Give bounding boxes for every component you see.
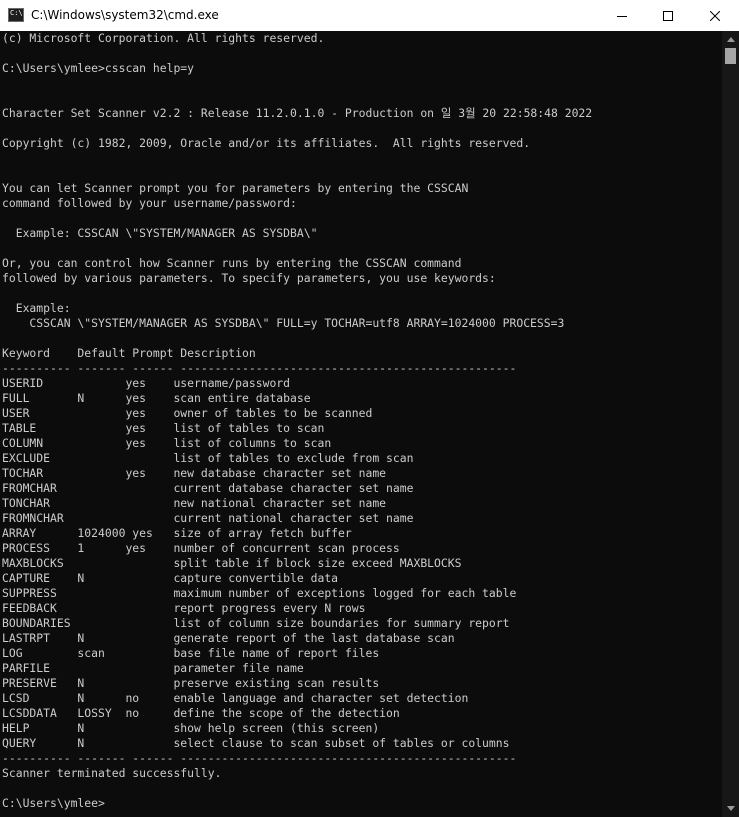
console-line: Example: [2,301,71,315]
console-icon[interactable]: C:\ [8,8,24,22]
console-line: Keyword Default Prompt Description [2,346,256,360]
scroll-down-arrow-icon [726,806,735,811]
console-line: BOUNDARIES list of column size boundarie… [2,616,510,630]
console-line: FEEDBACK report progress every N rows [2,601,366,615]
console-line: followed by various parameters. To speci… [2,271,496,285]
console-line: LOG scan base file name of report files [2,646,380,660]
console-line: EXCLUDE list of tables to exclude from s… [2,451,414,465]
console-line: Character Set Scanner v2.2 : Release 11.… [2,106,593,120]
console-line: COLUMN yes list of columns to scan [2,436,332,450]
console-line: FROMNCHAR current national character set… [2,511,414,525]
console-line: MAXBLOCKS split table if block size exce… [2,556,462,570]
console-line: ---------- ------- ------ --------------… [2,361,517,375]
scroll-thumb[interactable] [725,48,736,64]
console-line: LASTRPT N generate report of the last da… [2,631,455,645]
scroll-down-button[interactable] [722,800,739,817]
minimize-icon [617,15,627,17]
maximize-icon [663,10,673,21]
console-line: TOCHAR yes new database character set na… [2,466,387,480]
maximize-button[interactable] [645,0,691,31]
console-line: PROCESS 1 yes number of concurrent scan … [2,541,400,555]
console-line: C:\Users\ymlee> [2,796,105,810]
console-line: ---------- ------- ------ --------------… [2,751,517,765]
console-line: CAPTURE N capture convertible data [2,571,339,585]
scroll-up-arrow-icon [726,37,735,42]
console-line: QUERY N select clause to scan subset of … [2,736,510,750]
console-line: USER yes owner of tables to be scanned [2,406,373,420]
console-output[interactable]: (c) Microsoft Corporation. All rights re… [0,31,722,817]
console-prompt-glyph: C:\ [10,9,23,17]
console-line: LCSD N no enable language and character … [2,691,469,705]
console-line: PARFILE parameter file name [2,661,304,675]
console-line: Example: CSSCAN \"SYSTEM/MANAGER AS SYSD… [2,226,318,240]
console-line: Or, you can control how Scanner runs by … [2,256,462,270]
close-button[interactable] [692,0,738,31]
console-line: ARRAY 1024000 yes size of array fetch bu… [2,526,352,540]
console-line: FROMCHAR current database character set … [2,481,414,495]
console-line: USERID yes username/password [2,376,291,390]
console-line: Scanner terminated successfully. [2,766,222,780]
console-line: SUPPRESS maximum number of exceptions lo… [2,586,517,600]
minimize-button[interactable] [599,0,645,31]
console-line: C:\Users\ymlee>csscan help=y [2,61,195,75]
window-title: C:\Windows\system32\cmd.exe [31,8,219,22]
console-line: TABLE yes list of tables to scan [2,421,325,435]
console-line: You can let Scanner prompt you for param… [2,181,469,195]
console-line: HELP N show help screen (this screen) [2,721,380,735]
console-line: PRESERVE N preserve existing scan result… [2,676,380,690]
scroll-up-button[interactable] [722,31,739,48]
console-line: FULL N yes scan entire database [2,391,311,405]
console-line: TONCHAR new national character set name [2,496,387,510]
console-line: (c) Microsoft Corporation. All rights re… [2,31,325,45]
console-line: LCSDDATA LOSSY no define the scope of th… [2,706,400,720]
console-line: Copyright (c) 1982, 2009, Oracle and/or … [2,136,531,150]
cmd-window: C:\ C:\Windows\system32\cmd.exe (c) Micr… [0,0,739,817]
console-line: CSSCAN \"SYSTEM/MANAGER AS SYSDBA\" FULL… [2,316,565,330]
title-bar[interactable]: C:\ C:\Windows\system32\cmd.exe [0,0,739,31]
close-icon [710,10,720,21]
vertical-scrollbar[interactable] [722,31,739,817]
console-line: command followed by your username/passwo… [2,196,297,210]
